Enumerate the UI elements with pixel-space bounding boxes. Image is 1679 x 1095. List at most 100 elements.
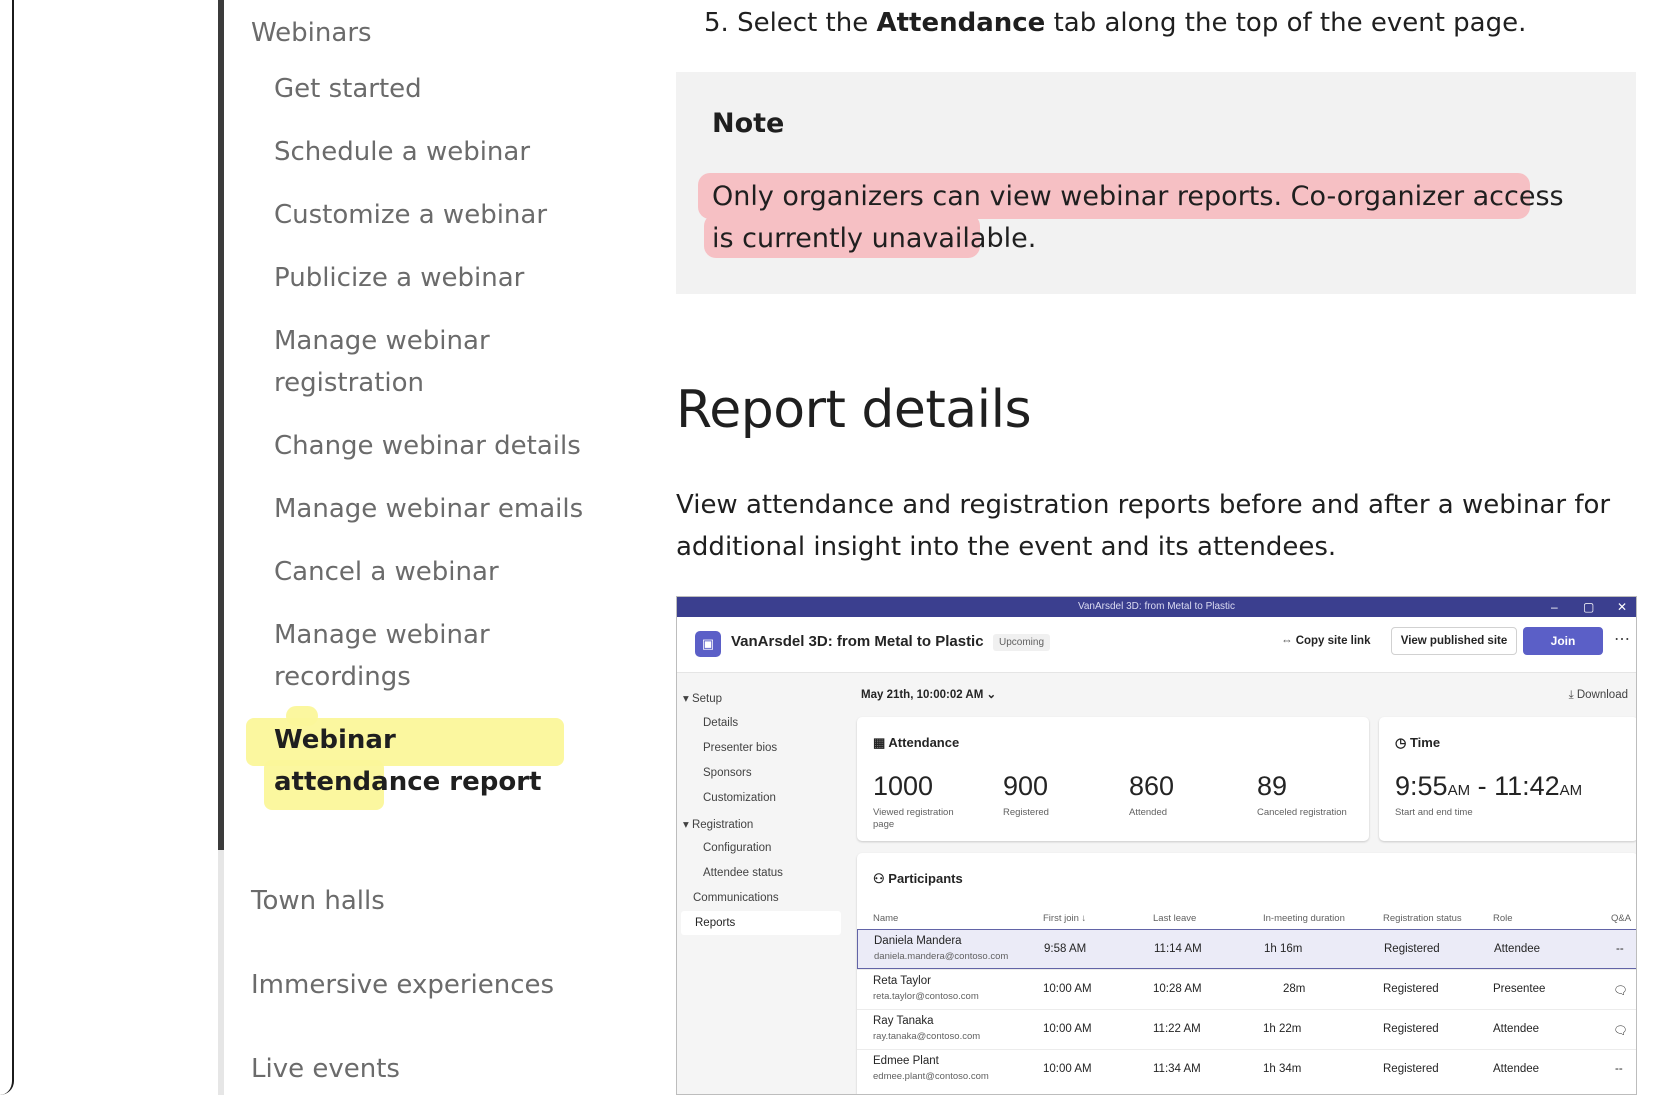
participant-email: reta.taylor@contoso.com [873, 991, 979, 1002]
stat-value: 89 [1257, 771, 1288, 801]
calendar-icon: ▦ [873, 735, 889, 750]
last-leave: 10:28 AM [1153, 983, 1202, 995]
nav-item-customize[interactable]: Customize a webinar [274, 194, 614, 236]
nav-item-get-started[interactable]: Get started [274, 68, 614, 110]
nav-section-immersive[interactable]: Immersive experiences [251, 964, 554, 1006]
participants-title-label: Participants [888, 871, 963, 886]
window-edge [0, 0, 14, 1095]
role: Presentee [1493, 983, 1546, 995]
time-sep: - [1470, 771, 1495, 801]
participant-name: Ray Tanaka [873, 1015, 934, 1027]
status-badge: Upcoming [993, 634, 1051, 651]
link-icon: ⇔ [1281, 635, 1296, 647]
side-setup-label: Setup [691, 693, 723, 705]
shot-main: May 21th, 10:00:02 AM ⌄ ⤓ Download ▦ Att… [845, 673, 1636, 1094]
nav-item-recordings[interactable]: Manage webinar recordings [274, 614, 524, 698]
maximize-icon: ▢ [1583, 600, 1595, 614]
side-registration-label: Registration [691, 819, 754, 831]
date-selector: May 21th, 10:00:02 AM ⌄ [861, 687, 996, 701]
time-end-ampm: AM [1559, 782, 1583, 799]
nav-item-cancel[interactable]: Cancel a webinar [274, 551, 614, 593]
table-row: Reta Taylor reta.taylor@contoso.com 10:0… [857, 969, 1636, 1009]
reg-status: Registered [1383, 1023, 1439, 1035]
note-title: Note [712, 108, 785, 139]
role: Attendee [1493, 1063, 1540, 1075]
duration: 1h 16m [1264, 943, 1303, 955]
reg-status: Registered [1383, 1063, 1439, 1075]
caret-down-icon: ▾ [683, 693, 692, 705]
copy-link-button: ⇔ Copy site link [1281, 635, 1370, 647]
side-communications: Communications [693, 892, 779, 904]
nav-rail [218, 850, 224, 1095]
note-text: Only organizers can view webinar reports… [712, 181, 1564, 254]
last-leave: 11:22 AM [1153, 1023, 1201, 1035]
download-label: Download [1576, 689, 1628, 701]
step-5: 5. Select the Attendance tab along the t… [704, 2, 1526, 44]
time-title-label: Time [1409, 735, 1441, 750]
people-icon: ⚇ [873, 871, 889, 886]
side-configuration: Configuration [703, 842, 772, 854]
participants-card: ⚇ Participants Name First join ↓ Last le… [857, 853, 1636, 1094]
first-join: 10:00 AM [1043, 1063, 1092, 1075]
nav-section-town-halls[interactable]: Town halls [251, 880, 385, 922]
attendance-title-label: Attendance [888, 735, 960, 750]
nav-item-schedule[interactable]: Schedule a webinar [274, 131, 614, 173]
stat-label: Viewed registration page [873, 807, 954, 830]
side-details: Details [703, 717, 739, 729]
time-card: ◷ Time 9:55AM - 11:42AM Start and end ti… [1379, 717, 1636, 841]
column-header: Role [1493, 913, 1513, 924]
caret-down-icon: ▾ [683, 819, 692, 831]
nav-active-rail [218, 0, 224, 850]
nav-section-webinars[interactable]: Webinars [251, 12, 372, 54]
duration: 1h 22m [1263, 1023, 1302, 1035]
step-text: tab along the top of the event page. [1045, 8, 1527, 38]
nav-item-attendance-report[interactable]: Webinar attendance report [274, 719, 564, 803]
side-registration: ▾ Registration [683, 817, 753, 831]
participant-name: Reta Taylor [873, 975, 931, 987]
time-title: ◷ Time [1395, 735, 1440, 751]
reg-status: Registered [1383, 983, 1439, 995]
qa: -- [1616, 943, 1624, 955]
last-leave: 11:34 AM [1153, 1063, 1201, 1075]
reg-status: Registered [1384, 943, 1440, 955]
stat-value: 900 [1003, 771, 1049, 801]
side-attendee-status: Attendee status [703, 867, 783, 879]
nav-item-publicize[interactable]: Publicize a webinar [274, 257, 614, 299]
clock-icon: ◷ [1395, 735, 1410, 750]
duration: 28m [1283, 983, 1306, 995]
side-reports: Reports [681, 911, 841, 935]
role: Attendee [1494, 943, 1541, 955]
column-header: Registration status [1383, 913, 1462, 924]
download-icon: ⤓ [1568, 689, 1577, 701]
stat-label: Canceled registration [1257, 807, 1347, 818]
stat-label: Registered [1003, 807, 1049, 818]
side-sponsors: Sponsors [703, 767, 752, 779]
section-paragraph: View attendance and registration reports… [676, 490, 1611, 562]
qa: -- [1615, 1063, 1623, 1075]
time-end: 11:42 [1494, 771, 1560, 801]
time-start: 9:55 [1395, 771, 1448, 801]
nav-item-registration[interactable]: Manage webinar registration [274, 320, 524, 404]
side-setup: ▾ Setup [683, 691, 722, 705]
chevron-down-icon: ⌄ [983, 689, 997, 701]
chat-icon: 🗨 [1613, 985, 1628, 997]
nav-section-live-events[interactable]: Live events [251, 1048, 400, 1090]
date-label: May 21th, 10:00:02 AM [861, 689, 984, 701]
participant-email: daniela.mandera@contoso.com [874, 951, 1009, 962]
step-text: 5. Select the [704, 8, 877, 38]
participant-name: Daniela Mandera [874, 935, 962, 947]
step-bold-term: Attendance [876, 8, 1046, 38]
side-customization: Customization [703, 792, 776, 804]
copy-link-label: Copy site link [1295, 635, 1371, 647]
chat-icon: 🗨 [1613, 1025, 1628, 1037]
close-icon: ✕ [1617, 600, 1628, 614]
nav-item-emails[interactable]: Manage webinar emails [274, 488, 614, 530]
time-label: Start and end time [1395, 807, 1473, 818]
column-header: In-meeting duration [1263, 913, 1345, 924]
nav-item-change-details[interactable]: Change webinar details [274, 425, 614, 467]
side-presenter-bios: Presenter bios [703, 742, 778, 754]
time-start-ampm: AM [1447, 782, 1471, 799]
table-row: Edmee Plant edmee.plant@contoso.com 10:0… [857, 1049, 1636, 1089]
download-button: ⤓ Download [1569, 689, 1628, 702]
time-range: 9:55AM - 11:42AM [1395, 771, 1582, 802]
